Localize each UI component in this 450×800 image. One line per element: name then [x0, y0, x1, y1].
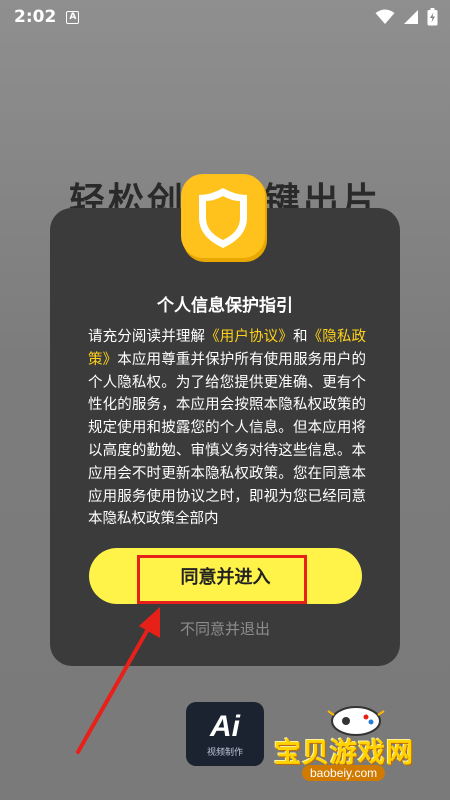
watermark-url: baobeiy.com [302, 765, 386, 781]
annotation-arrow [76, 607, 160, 754]
watermark: 宝贝游戏网 baobeiy.com [272, 705, 442, 795]
